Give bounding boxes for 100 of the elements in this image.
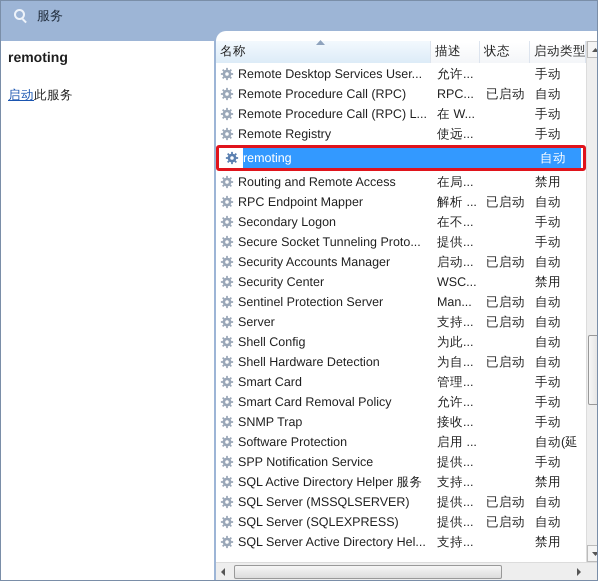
description-cell-text: 使远...	[436, 126, 474, 143]
service-row[interactable]: Security Center WSC... 禁用	[216, 272, 586, 292]
startup-type-cell-text: 自动	[534, 254, 561, 271]
gear-icon	[220, 495, 234, 509]
service-row[interactable]: Remote Registry 使远... 手动	[216, 124, 586, 144]
service-row[interactable]: Sentinel Protection Server Man... 已启动 自动	[216, 292, 586, 312]
description-cell-text: 在 W...	[436, 106, 476, 123]
startup-type-cell-text: 自动	[534, 334, 561, 351]
service-row[interactable]: SQL Active Directory Helper 服务 支持... 禁用	[216, 472, 586, 492]
service-name-cell-text: SNMP Trap	[238, 414, 302, 431]
description-cell-text: 提供...	[436, 234, 474, 251]
service-row[interactable]: Shell Hardware Detection 为自... 已启动 自动	[216, 352, 586, 372]
status-cell-text: 已启动	[485, 86, 526, 103]
description-cell-text: 提供...	[436, 494, 474, 511]
search-icon	[13, 8, 29, 24]
service-row[interactable]: Smart Card 管理... 手动	[216, 372, 586, 392]
column-header[interactable]: 描述	[431, 41, 480, 63]
gear-icon	[220, 67, 234, 81]
service-name-cell: remoting	[243, 148, 436, 168]
description-cell-text: 接收...	[436, 414, 474, 431]
sort-arrow-icon	[316, 40, 325, 45]
service-row[interactable]: SQL Server (SQLEXPRESS) 提供... 已启动 自动	[216, 512, 586, 532]
gear-icon	[220, 515, 234, 529]
column-header[interactable]: 启动类型	[530, 41, 586, 63]
description-cell-text: 支持...	[436, 474, 474, 491]
startup-type-cell-text: 禁用	[534, 474, 561, 491]
service-row[interactable]: Remote Desktop Services User... 允许... 手动	[216, 64, 586, 84]
startup-type-cell-text: 手动	[534, 214, 561, 231]
service-row[interactable]: SQL Server (MSSQLSERVER) 提供... 已启动 自动	[216, 492, 586, 512]
service-row[interactable]: Routing and Remote Access 在局... 禁用	[216, 172, 586, 192]
service-row[interactable]: Remote Procedure Call (RPC) L... 在 W... 手动	[216, 104, 586, 124]
service-name-cell-text: Secondary Logon	[238, 214, 336, 231]
gear-icon	[220, 335, 234, 349]
column-header[interactable]: 名称	[216, 41, 431, 63]
service-row[interactable]: SQL Server Active Directory Hel... 支持... 禁用	[216, 532, 586, 552]
description-cell-text: 支持...	[436, 534, 474, 551]
start-link[interactable]: 启动	[8, 86, 34, 105]
gear-icon	[220, 475, 234, 489]
service-row[interactable]: SPP Notification Service 提供... 手动	[216, 452, 586, 472]
service-name-cell-text: Shell Config	[238, 334, 306, 351]
startup-type-cell-text: 自动(延	[534, 434, 578, 451]
horizontal-scrollbar[interactable]	[216, 562, 597, 580]
description-cell-text: 管理...	[436, 374, 474, 391]
service-row[interactable]: Server 支持... 已启动 自动	[216, 312, 586, 332]
service-name-cell-text: Smart Card	[238, 374, 302, 391]
gear-icon	[225, 151, 239, 165]
horizontal-scroll-thumb[interactable]	[234, 564, 502, 578]
status-cell-text: 已启动	[485, 354, 526, 371]
gear-icon	[220, 215, 234, 229]
description-cell-text: 启用 ...	[436, 434, 478, 451]
startup-type-cell-text: 手动	[534, 234, 561, 251]
service-name-cell-text: Routing and Remote Access	[238, 174, 396, 191]
service-name-cell-text: SQL Server Active Directory Hel...	[238, 534, 426, 551]
service-row[interactable]: Secure Socket Tunneling Proto... 提供... 手动	[216, 232, 586, 252]
description-cell-text: 提供...	[436, 514, 474, 531]
description-cell-text: 为此...	[436, 334, 474, 351]
service-name-cell-text: Software Protection	[238, 434, 348, 451]
service-row[interactable]: Remote Procedure Call (RPC) RPC... 已启动 自动	[216, 84, 586, 104]
gear-icon	[220, 107, 234, 121]
service-row[interactable]: Software Protection 启用 ... 自动(延	[216, 432, 586, 452]
service-row[interactable]: RPC Endpoint Mapper 解析 ... 已启动 自动	[216, 192, 586, 212]
gear-icon	[220, 455, 234, 469]
description-cell-text: 为自...	[436, 354, 474, 371]
service-row[interactable]: SNMP Trap 接收... 手动	[216, 412, 586, 432]
service-row[interactable]: Smart Card Removal Policy 允许... 手动	[216, 392, 586, 412]
gear-icon	[220, 375, 234, 389]
service-name-cell-text: RPC Endpoint Mapper	[238, 194, 364, 211]
service-name-cell-text: Server	[238, 314, 275, 331]
description-cell-text: 提供...	[436, 454, 474, 471]
status-cell-text: 已启动	[485, 314, 526, 331]
startup-type-cell-text: 手动	[534, 66, 561, 83]
startup-type-cell-text: 禁用	[534, 174, 561, 191]
service-name-cell-text: Secure Socket Tunneling Proto...	[238, 234, 421, 251]
action-text: 此服务	[34, 87, 73, 104]
description-cell-text: 解析 ...	[436, 194, 478, 211]
service-row[interactable]: Shell Config 为此... 自动	[216, 332, 586, 352]
description-cell-text: 在局...	[436, 174, 474, 191]
startup-type-cell-text: 手动	[534, 374, 561, 391]
service-row[interactable]: Secondary Logon 在不... 手动	[216, 212, 586, 232]
window-title: 服务	[37, 7, 63, 26]
column-header[interactable]: 状态	[480, 41, 530, 63]
gear-icon	[220, 395, 234, 409]
service-row[interactable]: Security Accounts Manager 启动... 已启动 自动	[216, 252, 586, 272]
service-name-cell-text: Remote Desktop Services User...	[238, 66, 422, 83]
startup-type-cell-text: 自动	[534, 294, 561, 311]
startup-type-cell-text: 手动	[534, 454, 561, 471]
gear-icon	[220, 175, 234, 189]
description-cell-text: 支持...	[436, 314, 474, 331]
startup-type-cell-text: 自动	[534, 86, 561, 103]
status-cell-text: 已启动	[485, 494, 526, 511]
startup-type-cell-text: 手动	[534, 106, 561, 123]
status-cell-text: 已启动	[485, 254, 526, 271]
gear-icon	[220, 195, 234, 209]
gear-icon	[220, 255, 234, 269]
service-name-cell-text: SQL Active Directory Helper 服务	[238, 474, 423, 491]
startup-type-cell-text: 禁用	[534, 534, 561, 551]
service-name-cell-text: Remote Registry	[238, 126, 332, 143]
description-cell-text: 启动...	[436, 254, 474, 271]
gear-icon	[220, 435, 234, 449]
gear-icon	[220, 315, 234, 329]
